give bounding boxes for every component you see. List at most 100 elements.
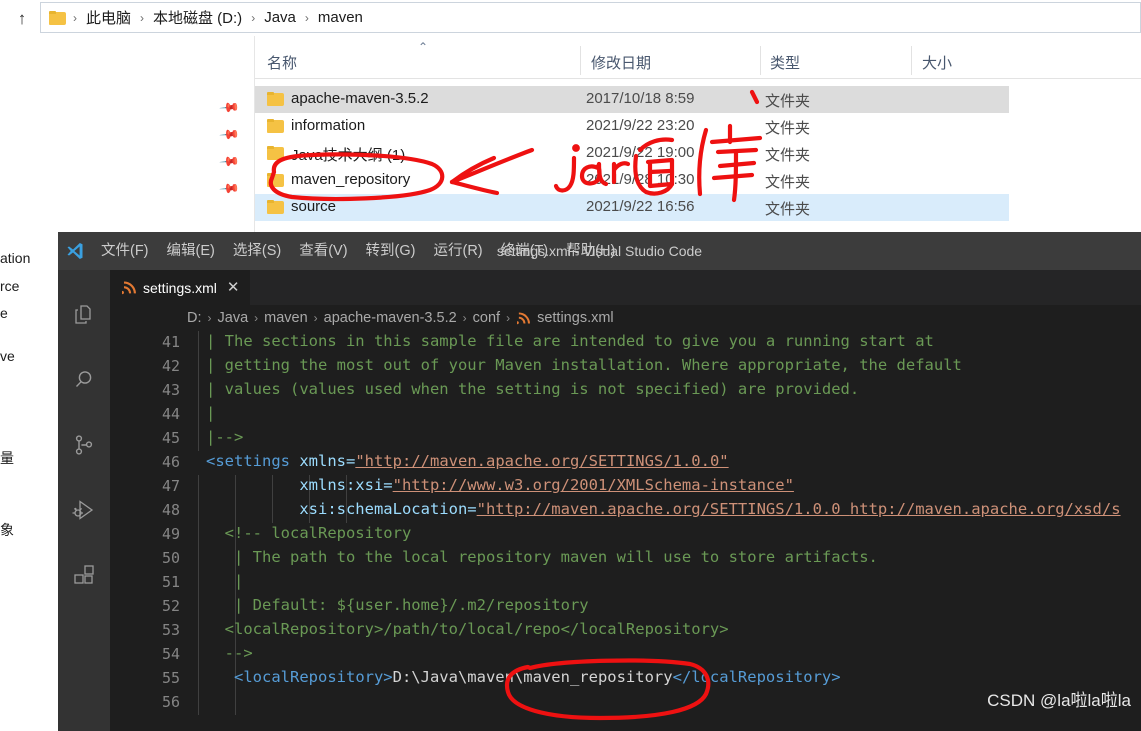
menu-edit[interactable]: 编辑(E) [158, 232, 224, 270]
code-line[interactable]: 44 | [110, 403, 1141, 427]
search-icon[interactable] [58, 355, 110, 405]
code-text: | Default: ${user.home}/.m2/repository [206, 596, 589, 614]
menu-view[interactable]: 查看(V) [290, 232, 356, 270]
code-line[interactable]: 54 --> [110, 643, 1141, 667]
code-line[interactable]: 41 | The sections in this sample file are… [110, 331, 1141, 355]
menu-help[interactable]: 帮助(H) [557, 232, 624, 270]
breadcrumb-path-box[interactable]: › 此电脑 › 本地磁盘 (D:) › Java › maven [40, 2, 1141, 33]
line-number: 46 [161, 453, 180, 471]
table-row[interactable]: source 2021/9/22 16:56 文件夹 [255, 194, 1009, 221]
menu-terminal[interactable]: 终端(T) [492, 232, 558, 270]
line-number: 51 [161, 573, 180, 591]
column-header-type[interactable]: 类型 [770, 52, 800, 73]
line-number: 42 [161, 357, 180, 375]
up-arrow-icon[interactable]: ↑ [10, 6, 34, 30]
code-line[interactable]: 49 <!-- localRepository [110, 523, 1141, 547]
table-row[interactable]: information 2021/9/22 23:20 文件夹 [255, 113, 1009, 140]
code-line[interactable]: 48 xsi:schemaLocation="http://maven.apac… [110, 499, 1141, 523]
code-text: <settings xmlns="http://maven.apache.org… [206, 452, 729, 470]
sort-ascending-caret-icon: ⌃ [418, 40, 429, 54]
code-line[interactable]: 42 | getting the most out of your Maven i… [110, 355, 1141, 379]
column-divider-3[interactable] [911, 46, 912, 75]
line-number: 43 [161, 381, 180, 399]
indent-guide [198, 475, 199, 499]
code-text: xmlns:xsi="http://www.w3.org/2001/XMLSch… [206, 476, 794, 494]
breadcrumb-apache-maven[interactable]: apache-maven-3.5.2 [324, 310, 457, 326]
breadcrumb-d[interactable]: D: [187, 310, 202, 326]
indent-guide [198, 643, 199, 667]
file-type: 文件夹 [765, 120, 811, 137]
bg-text-2: e [0, 305, 8, 321]
file-date: 2021/9/22 19:00 [586, 144, 695, 161]
close-icon[interactable]: ✕ [227, 280, 240, 295]
address-bar: ↑ › 此电脑 › 本地磁盘 (D:) › Java › maven [0, 0, 1141, 35]
indent-guide [235, 691, 236, 715]
code-line[interactable]: 51 | [110, 571, 1141, 595]
code-line[interactable]: 50 | The path to the local repository ma… [110, 547, 1141, 571]
breadcrumb-maven[interactable]: maven [264, 310, 308, 326]
source-control-icon[interactable] [58, 420, 110, 470]
file-name: apache-maven-3.5.2 [291, 90, 429, 107]
line-number: 47 [161, 477, 180, 495]
indent-guide [198, 523, 199, 547]
breadcrumb-settings-xml[interactable]: settings.xml [537, 310, 614, 326]
column-divider-2[interactable] [760, 46, 761, 75]
code-line[interactable]: 52 | Default: ${user.home}/.m2/repositor… [110, 595, 1141, 619]
folder-icon [49, 10, 66, 25]
folder-icon [267, 200, 284, 214]
bg-text-3: ve [0, 348, 15, 364]
code-text: <localRepository>D:\Java\maven\maven_rep… [234, 668, 841, 686]
file-type: 文件夹 [765, 201, 811, 218]
activity-bar [58, 270, 110, 731]
column-header-name[interactable]: 名称 [267, 52, 297, 73]
code-text: <localRepository>/path/to/local/repo</lo… [206, 620, 729, 638]
menu-go[interactable]: 转到(G) [357, 232, 425, 270]
file-type: 文件夹 [765, 93, 811, 110]
code-editor[interactable]: 41 | The sections in this sample file are… [110, 331, 1141, 731]
column-divider-1[interactable] [580, 46, 581, 75]
column-header-size[interactable]: 大小 [922, 52, 952, 73]
code-line[interactable]: 46 <settings xmlns="http://maven.apache.o… [110, 451, 1141, 475]
extensions-icon[interactable] [58, 550, 110, 600]
table-row[interactable]: maven_repository 2021/9/28 10:30 文件夹 [255, 167, 1009, 194]
file-name: source [291, 198, 337, 215]
explorer-icon[interactable] [58, 290, 110, 340]
code-text: | [206, 572, 244, 590]
code-line[interactable]: 43 | values (values used when the setting… [110, 379, 1141, 403]
file-explorer-window: ↑ › 此电脑 › 本地磁盘 (D:) › Java › maven 📌 📌 📌… [0, 0, 1141, 232]
menu-run[interactable]: 运行(R) [424, 232, 491, 270]
xml-file-icon [121, 280, 136, 295]
indent-guide [198, 667, 199, 691]
code-text: | getting the most out of your Maven ins… [206, 356, 962, 374]
breadcrumb-java[interactable]: Java [260, 7, 300, 28]
file-name: Java技术大纲 (1) [291, 147, 406, 164]
tab-settings-xml[interactable]: settings.xml ✕ [110, 270, 250, 305]
folder-icon [267, 119, 284, 133]
line-number: 45 [161, 429, 180, 447]
menu-file[interactable]: 文件(F) [92, 232, 158, 270]
column-header-date[interactable]: 修改日期 [591, 52, 651, 73]
indent-guide [198, 331, 199, 355]
table-row[interactable]: Java技术大纲 (1) 2021/9/22 19:00 文件夹 [255, 140, 1009, 167]
folder-icon [267, 173, 284, 187]
line-number: 50 [161, 549, 180, 567]
menu-select[interactable]: 选择(S) [224, 232, 290, 270]
bc-sep-1: › [254, 311, 259, 325]
run-and-debug-icon[interactable] [58, 485, 110, 535]
file-name: maven_repository [291, 171, 411, 188]
line-number: 53 [161, 621, 180, 639]
breadcrumb-conf[interactable]: conf [473, 310, 500, 326]
code-line[interactable]: 47 xmlns:xsi="http://www.w3.org/2001/XML… [110, 475, 1141, 499]
breadcrumb-java[interactable]: Java [218, 310, 249, 326]
line-number: 49 [161, 525, 180, 543]
file-type: 文件夹 [765, 147, 811, 164]
breadcrumb-local-disk-d[interactable]: 本地磁盘 (D:) [149, 5, 246, 30]
breadcrumb-this-pc[interactable]: 此电脑 [82, 5, 135, 30]
breadcrumb-maven[interactable]: maven [314, 7, 367, 28]
bg-text-5: 象 [0, 522, 14, 538]
code-text: | The sections in this sample file are i… [206, 332, 934, 350]
code-line[interactable]: 53 <localRepository>/path/to/local/repo<… [110, 619, 1141, 643]
table-row[interactable]: apache-maven-3.5.2 2017/10/18 8:59 文件夹 [255, 86, 1009, 113]
code-line[interactable]: 45 |--> [110, 427, 1141, 451]
file-date: 2017/10/18 8:59 [586, 90, 695, 107]
